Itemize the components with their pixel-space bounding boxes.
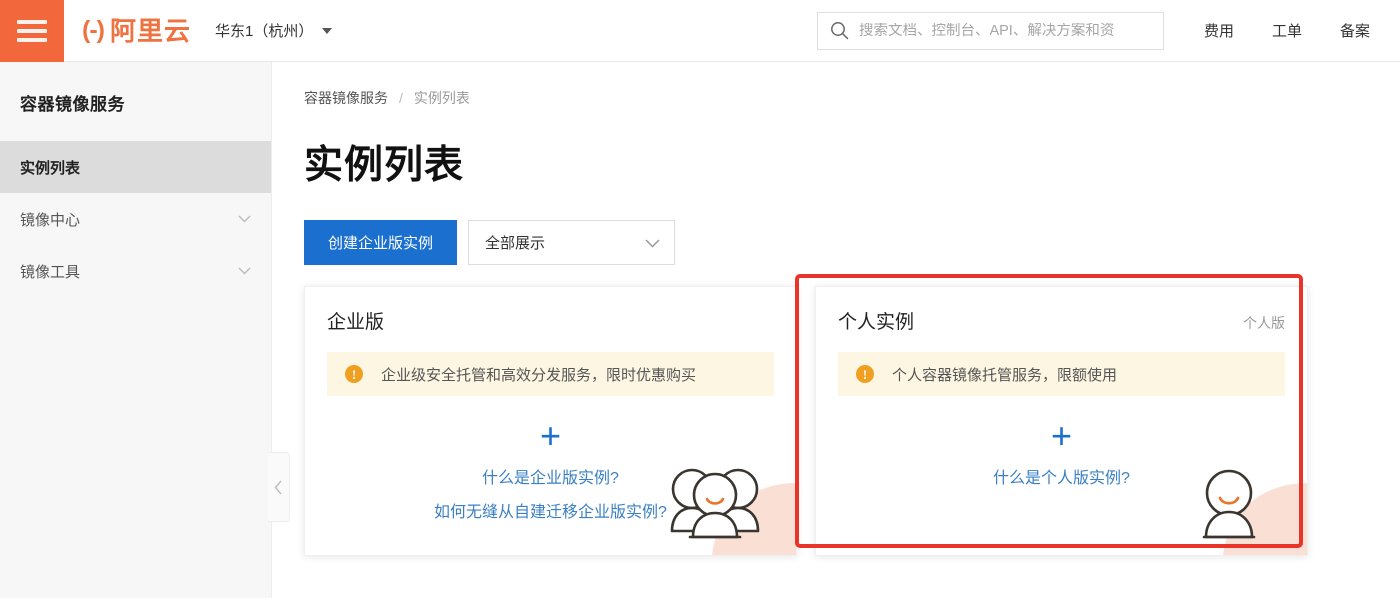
header-link-icp[interactable]: 备案 [1340,20,1370,41]
add-enterprise-instance-icon[interactable]: + [540,418,561,454]
warning-icon: ! [345,365,363,383]
chevron-down-icon [238,267,251,275]
chevron-left-icon [274,480,282,494]
sidebar-item-label: 镜像工具 [20,263,81,281]
region-selector[interactable]: 华东1（杭州） [215,20,333,41]
sidebar-item-image-center[interactable]: 镜像中心 [0,193,271,245]
sidebar-nav-list: 实例列表 镜像中心 镜像工具 [0,141,271,297]
breadcrumb: 容器镜像服务 / 实例列表 [272,62,1400,108]
enterprise-notice-banner: ! 企业级安全托管和高效分发服务，限时优惠购买 [327,352,774,396]
personal-notice-banner: ! 个人容器镜像托管服务，限额使用 [838,352,1285,396]
sidebar-title: 容器镜像服务 [20,95,125,114]
top-header: (-) 阿里云 华东1（杭州） 费用 工单 备案 [0,0,1400,62]
sidebar-item-image-tools[interactable]: 镜像工具 [0,245,271,297]
migrate-to-enterprise-instance-link[interactable]: 如何无缝从自建迁移企业版实例? [434,498,667,522]
breadcrumb-root[interactable]: 容器镜像服务 [304,88,388,108]
hamburger-menu-icon[interactable] [0,0,64,62]
chevron-down-icon [238,215,251,223]
region-label: 华东1（杭州） [215,23,314,40]
chevron-down-icon [322,27,333,34]
instance-cards: 企业版 ! 企业级安全托管和高效分发服务，限时优惠购买 + 什么是企业版实例? … [272,265,1400,556]
warning-icon: ! [856,365,874,383]
add-personal-instance-icon[interactable]: + [1051,418,1072,454]
chevron-down-icon [645,238,660,248]
enterprise-card-header: 企业版 [305,287,796,334]
sidebar-collapse-handle[interactable] [268,452,290,522]
breadcrumb-separator: / [399,90,403,106]
search-icon [831,22,849,40]
page-title: 实例列表 [304,144,465,187]
aliyun-logo[interactable]: (-) 阿里云 [82,18,191,44]
header-link-fee[interactable]: 费用 [1204,20,1234,41]
global-search[interactable] [816,11,1164,50]
enterprise-card-body: + 什么是企业版实例? 如何无缝从自建迁移企业版实例? [305,396,796,522]
sidebar: 容器镜像服务 实例列表 镜像中心 镜像工具 [0,62,272,598]
aliyun-logo-text: 阿里云 [109,15,191,46]
sidebar-item-label: 镜像中心 [20,211,81,229]
enterprise-card-title: 企业版 [327,312,385,333]
personal-notice-text: 个人容器镜像托管服务，限额使用 [892,366,1118,384]
header-link-ticket[interactable]: 工单 [1272,20,1302,41]
personal-card-header: 个人实例 个人版 [816,287,1307,334]
personal-instance-card[interactable]: 个人实例 个人版 ! 个人容器镜像托管服务，限额使用 + 什么是个人版实例? [815,286,1308,556]
personal-card-badge: 个人版 [1243,315,1285,331]
main-content: 容器镜像服务 / 实例列表 实例列表 创建企业版实例 全部展示 企业版 ! 企业… [272,62,1400,598]
hamburger-bar [17,37,47,42]
sidebar-item-label: 实例列表 [20,159,81,177]
sidebar-item-instance-list[interactable]: 实例列表 [0,141,271,193]
personal-card-title: 个人实例 [838,312,915,333]
instance-filter-select[interactable]: 全部展示 [468,220,676,265]
instance-filter-value: 全部展示 [485,235,546,252]
breadcrumb-current: 实例列表 [413,90,470,106]
hamburger-bar [17,19,47,24]
create-enterprise-instance-button[interactable]: 创建企业版实例 [304,220,458,265]
what-is-personal-instance-link[interactable]: 什么是个人版实例? [993,464,1130,488]
toolbar: 创建企业版实例 全部展示 [272,190,1400,265]
search-input[interactable] [858,22,1151,39]
personal-card-body: + 什么是个人版实例? [816,396,1307,488]
aliyun-logo-mark: (-) [82,16,105,44]
enterprise-instance-card[interactable]: 企业版 ! 企业级安全托管和高效分发服务，限时优惠购买 + 什么是企业版实例? … [304,286,797,556]
what-is-enterprise-instance-link[interactable]: 什么是企业版实例? [482,464,619,488]
enterprise-notice-text: 企业级安全托管和高效分发服务，限时优惠购买 [381,366,697,384]
hamburger-bar [17,28,47,33]
